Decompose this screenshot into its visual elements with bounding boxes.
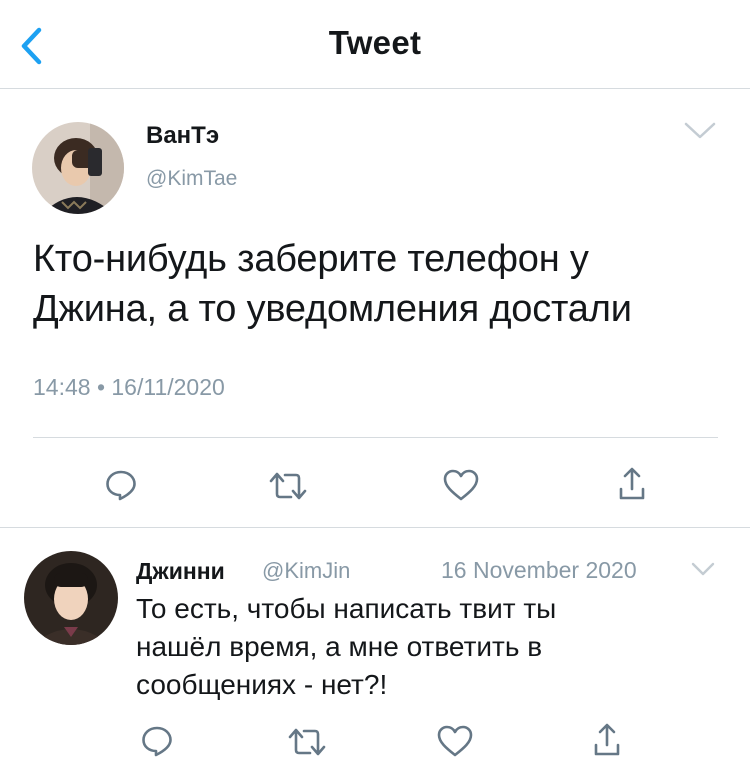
like-button[interactable] xyxy=(439,464,483,506)
like-button[interactable] xyxy=(433,720,477,762)
author-handle[interactable]: @KimJin xyxy=(262,558,350,584)
retweet-icon xyxy=(288,728,326,756)
tweet-text: Кто-нибудь заберите телефон у Джина, а т… xyxy=(33,234,733,334)
retweet-icon xyxy=(269,472,307,500)
like-icon xyxy=(443,469,479,501)
tweet-options-button[interactable] xyxy=(690,560,716,583)
reply-icon xyxy=(106,470,136,501)
like-icon xyxy=(437,725,473,757)
author-handle[interactable]: @KimTae xyxy=(146,167,237,191)
retweet-button[interactable] xyxy=(265,466,311,506)
divider xyxy=(33,437,718,438)
reply-button[interactable] xyxy=(100,464,142,506)
tweet-date: 16 November 2020 xyxy=(441,557,637,583)
top-bar: Tweet xyxy=(0,0,750,89)
share-button[interactable] xyxy=(587,720,627,762)
tweet-text: То есть, чтобы написать твит ты нашёл вр… xyxy=(136,590,736,704)
tweet-options-button[interactable] xyxy=(683,120,717,147)
chevron-down-icon xyxy=(691,562,715,576)
author-name[interactable]: Джинни xyxy=(136,558,225,585)
reply-button[interactable] xyxy=(136,720,178,762)
share-icon xyxy=(594,723,620,756)
avatar[interactable] xyxy=(32,122,124,214)
chevron-down-icon xyxy=(684,122,716,139)
tweet-text-line: То есть, чтобы написать твит ты xyxy=(136,593,557,624)
share-button[interactable] xyxy=(612,464,652,506)
page-title: Tweet xyxy=(328,24,422,61)
tweet-text-line: нашёл время, а мне ответить в xyxy=(136,631,543,662)
divider xyxy=(0,527,750,528)
tweet-text-line: Джина, а то уведомления достали xyxy=(33,288,632,330)
retweet-button[interactable] xyxy=(284,722,330,762)
tweet-text-line: сообщениях - нет?! xyxy=(136,669,388,700)
tweet-text-line: Кто-нибудь заберите телефон у xyxy=(33,238,589,280)
avatar[interactable] xyxy=(24,551,118,645)
reply-icon xyxy=(142,726,172,757)
tweet-timestamp: 14:48 • 16/11/2020 xyxy=(33,374,225,400)
author-name[interactable]: ВанТэ xyxy=(146,122,219,150)
share-icon xyxy=(619,467,645,500)
